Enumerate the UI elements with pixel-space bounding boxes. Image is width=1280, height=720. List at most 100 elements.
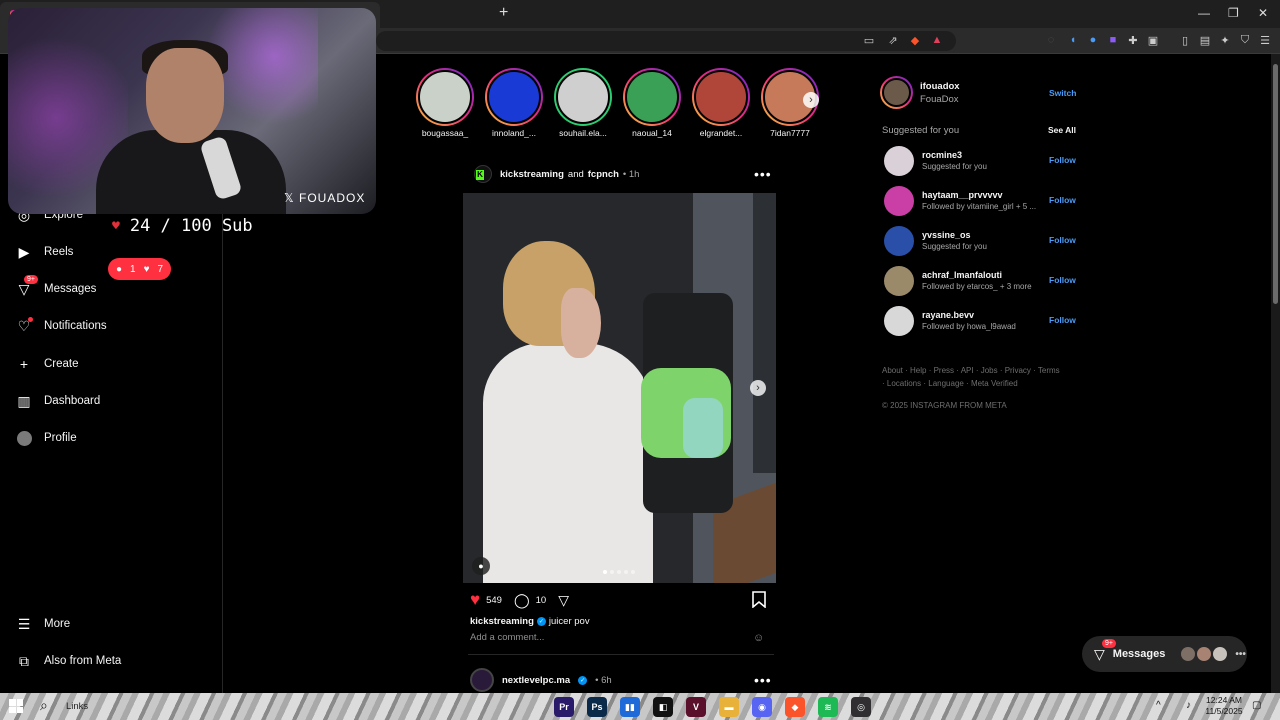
- taskbar-search-text[interactable]: Links: [66, 701, 88, 712]
- like-heart-icon[interactable]: ♥: [470, 590, 480, 610]
- cast-icon[interactable]: ▭: [862, 33, 876, 47]
- post-author[interactable]: nextlevelpc.ma: [502, 675, 570, 686]
- story-item[interactable]: bougassaa_: [415, 68, 475, 138]
- story-item[interactable]: naoual_14: [622, 68, 682, 138]
- comment-icon[interactable]: ◯: [514, 592, 530, 609]
- post-author[interactable]: kickstreaming: [500, 169, 564, 180]
- notification-center-icon[interactable]: ▢: [1252, 700, 1261, 711]
- minimize-button[interactable]: —: [1198, 6, 1210, 20]
- suggestion-avatar[interactable]: [884, 186, 914, 216]
- obs-icon[interactable]: ◎: [851, 697, 871, 717]
- my-avatar[interactable]: [880, 76, 913, 109]
- restore-button[interactable]: ❐: [1228, 6, 1239, 20]
- taskbar-clock[interactable]: 12:24 AM 11/5/2025: [1202, 695, 1246, 717]
- add-comment-input[interactable]: Add a comment...: [470, 632, 544, 643]
- carousel-next-button[interactable]: ›: [750, 380, 766, 396]
- like-count[interactable]: 549: [486, 595, 502, 606]
- story-item[interactable]: souhail.ela...: [553, 68, 613, 138]
- nav-item-profile[interactable]: Profile: [16, 426, 77, 450]
- nav-item-label: Messages: [44, 283, 97, 295]
- extension-icon[interactable]: ◖: [1066, 33, 1080, 47]
- suggestion-item: achraf_lmanfalouti Followed by etarcos_ +…: [884, 266, 1076, 296]
- suggestion-avatar[interactable]: [884, 226, 914, 256]
- story-ring: [416, 68, 474, 126]
- emoji-icon[interactable]: ☺: [753, 632, 764, 644]
- premiere-icon[interactable]: Pr: [554, 697, 574, 717]
- discord-icon[interactable]: ◉: [752, 697, 772, 717]
- suggestion-item: rayane.bevv Followed by howa_l9awad Follow: [884, 306, 1076, 336]
- app-icon[interactable]: ▮▮: [620, 697, 640, 717]
- tab-manager-icon[interactable]: ▣: [1146, 33, 1160, 47]
- post-options-icon[interactable]: •••: [754, 166, 772, 182]
- follow-button[interactable]: Follow: [1049, 155, 1076, 165]
- vpn-icon[interactable]: ⛉: [1238, 33, 1252, 47]
- switch-account-button[interactable]: Switch: [1049, 88, 1076, 98]
- follow-button[interactable]: Follow: [1049, 235, 1076, 245]
- suggestion-username[interactable]: yvssine_os: [922, 230, 971, 240]
- story-item[interactable]: innoland_...: [484, 68, 544, 138]
- volume-icon[interactable]: ♪: [1186, 700, 1191, 711]
- extension-icon[interactable]: ●: [1086, 33, 1100, 47]
- tray-chevron-icon[interactable]: ^: [1156, 700, 1161, 711]
- folder-icon[interactable]: ▬: [719, 697, 739, 717]
- new-tab-button[interactable]: +: [499, 4, 508, 22]
- extension-icon[interactable]: ◌: [1044, 33, 1058, 47]
- nav-item-create[interactable]: + Create: [16, 352, 79, 376]
- brave-rewards-icon[interactable]: ▲: [930, 33, 944, 47]
- kick-avatar[interactable]: K: [474, 165, 492, 183]
- nav-item-reels[interactable]: ▶ Reels: [16, 240, 74, 264]
- notification-dot: [28, 317, 33, 322]
- extensions-puzzle-icon[interactable]: ✚: [1126, 33, 1140, 47]
- brave-icon[interactable]: ◆: [785, 697, 805, 717]
- nav-item-also-from-meta[interactable]: ⧉ Also from Meta: [16, 649, 121, 673]
- nav-item-notifications[interactable]: ♡ Notifications: [16, 314, 107, 338]
- stories-next-button[interactable]: ›: [803, 92, 819, 108]
- windows-start-icon[interactable]: [9, 699, 23, 713]
- close-window-button[interactable]: ✕: [1258, 6, 1268, 20]
- brave-shield-icon[interactable]: ◆: [908, 33, 922, 47]
- post-image[interactable]: › ●: [463, 193, 776, 583]
- heart-icon: ♥: [143, 263, 150, 275]
- follow-button[interactable]: Follow: [1049, 195, 1076, 205]
- suggestion-avatar[interactable]: [884, 146, 914, 176]
- my-username[interactable]: ifouadox: [920, 81, 960, 92]
- messages-floating-button[interactable]: ▽ 9+ Messages •••: [1082, 636, 1247, 672]
- footer-links[interactable]: About · Help · Press · API · Jobs · Priv…: [882, 364, 1062, 390]
- nextlevelpc-avatar[interactable]: [470, 668, 494, 692]
- suggestion-avatar[interactable]: [884, 266, 914, 296]
- suggestion-avatar[interactable]: [884, 306, 914, 336]
- extension-icon[interactable]: ■: [1106, 33, 1120, 47]
- search-icon[interactable]: ⌕: [40, 697, 60, 717]
- suggestion-username[interactable]: achraf_lmanfalouti: [922, 270, 1002, 280]
- leo-ai-icon[interactable]: ✦: [1218, 33, 1232, 47]
- spotify-icon[interactable]: ≋: [818, 697, 838, 717]
- nav-item-messages[interactable]: ▽ 9+ Messages: [16, 275, 97, 301]
- follow-button[interactable]: Follow: [1049, 275, 1076, 285]
- copyright: © 2025 INSTAGRAM FROM META: [882, 401, 1007, 410]
- follow-button[interactable]: Follow: [1049, 315, 1076, 325]
- story-item[interactable]: elgrandet...: [691, 68, 751, 138]
- notification-summary-pill[interactable]: ● 1 ♥ 7: [108, 258, 172, 280]
- post-options-icon[interactable]: •••: [754, 672, 772, 688]
- capcut-icon[interactable]: ◧: [653, 697, 673, 717]
- tagged-users-icon[interactable]: ●: [472, 557, 490, 575]
- nav-item-more[interactable]: ☰ More: [16, 612, 70, 636]
- post-coauthor[interactable]: fcpnch: [588, 169, 619, 180]
- nav-item-dashboard[interactable]: ▥ Dashboard: [16, 389, 100, 413]
- share-send-icon[interactable]: ▽: [558, 592, 569, 609]
- sidebar-icon[interactable]: ▯: [1178, 33, 1192, 47]
- bookmark-icon[interactable]: [752, 591, 766, 608]
- photoshop-icon[interactable]: Ps: [587, 697, 607, 717]
- suggestion-username[interactable]: rayane.bevv: [922, 310, 974, 320]
- menu-icon[interactable]: ☰: [1258, 33, 1272, 47]
- see-all-button[interactable]: See All: [1048, 125, 1076, 135]
- suggestion-username[interactable]: rocmine3: [922, 150, 962, 160]
- suggestion-username[interactable]: haytaam__prvvvvv: [922, 190, 1003, 200]
- wallet-icon[interactable]: ▤: [1198, 33, 1212, 47]
- reels-icon: ▶: [18, 243, 30, 260]
- vegas-icon[interactable]: V: [686, 697, 706, 717]
- caption-user[interactable]: kickstreaming: [470, 616, 534, 627]
- scrollbar-thumb[interactable]: [1273, 64, 1278, 304]
- share-icon[interactable]: ⇗: [886, 33, 900, 47]
- comment-count[interactable]: 10: [536, 595, 547, 606]
